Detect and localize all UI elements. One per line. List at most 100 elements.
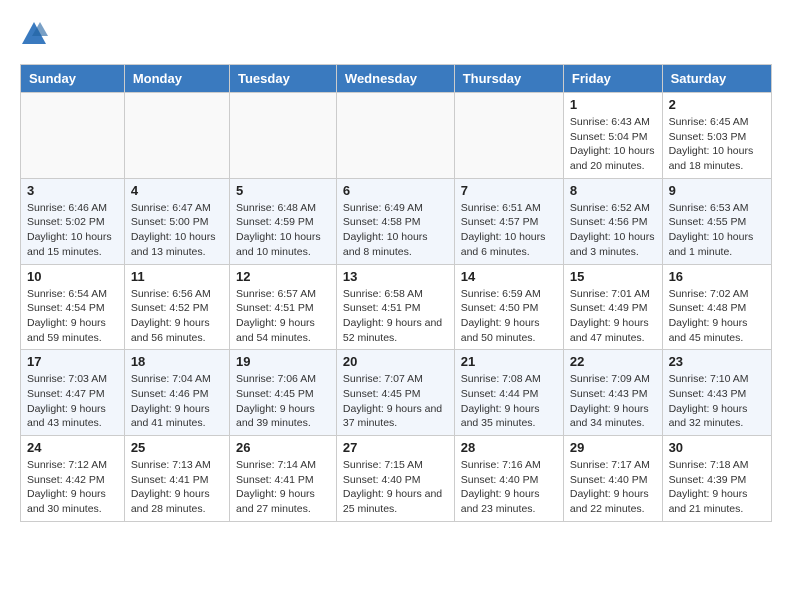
calendar-cell: 21 Sunrise: 7:08 AM Sunset: 4:44 PM Dayli… xyxy=(454,350,563,436)
day-info: Sunrise: 7:01 AM Sunset: 4:49 PM Dayligh… xyxy=(570,287,656,346)
day-info: Sunrise: 7:03 AM Sunset: 4:47 PM Dayligh… xyxy=(27,372,118,431)
day-info: Sunrise: 7:09 AM Sunset: 4:43 PM Dayligh… xyxy=(570,372,656,431)
day-number: 14 xyxy=(461,269,557,284)
calendar-cell: 27 Sunrise: 7:15 AM Sunset: 4:40 PM Dayli… xyxy=(336,436,454,522)
calendar-cell: 19 Sunrise: 7:06 AM Sunset: 4:45 PM Dayli… xyxy=(230,350,337,436)
day-number: 21 xyxy=(461,354,557,369)
day-info: Sunrise: 6:43 AM Sunset: 5:04 PM Dayligh… xyxy=(570,115,656,174)
col-header-tuesday: Tuesday xyxy=(230,65,337,93)
calendar-table: SundayMondayTuesdayWednesdayThursdayFrid… xyxy=(20,64,772,522)
calendar-cell: 29 Sunrise: 7:17 AM Sunset: 4:40 PM Dayli… xyxy=(563,436,662,522)
day-number: 28 xyxy=(461,440,557,455)
day-number: 13 xyxy=(343,269,448,284)
day-info: Sunrise: 7:14 AM Sunset: 4:41 PM Dayligh… xyxy=(236,458,330,517)
day-number: 1 xyxy=(570,97,656,112)
header xyxy=(20,20,772,48)
col-header-sunday: Sunday xyxy=(21,65,125,93)
day-number: 8 xyxy=(570,183,656,198)
day-number: 6 xyxy=(343,183,448,198)
calendar-cell: 13Sunrise: 6:58 AM Sunset: 4:51 PM Dayli… xyxy=(336,264,454,350)
day-number: 19 xyxy=(236,354,330,369)
day-number: 11 xyxy=(131,269,223,284)
calendar-cell: 3 Sunrise: 6:46 AM Sunset: 5:02 PM Daylig… xyxy=(21,178,125,264)
logo xyxy=(20,20,52,48)
day-number: 26 xyxy=(236,440,330,455)
day-number: 23 xyxy=(669,354,765,369)
calendar-cell: 24 Sunrise: 7:12 AM Sunset: 4:42 PM Dayli… xyxy=(21,436,125,522)
day-info: Sunrise: 6:46 AM Sunset: 5:02 PM Dayligh… xyxy=(27,201,118,260)
calendar-cell xyxy=(21,93,125,179)
calendar-week-row: 3 Sunrise: 6:46 AM Sunset: 5:02 PM Daylig… xyxy=(21,178,772,264)
day-info: Sunrise: 6:52 AM Sunset: 4:56 PM Dayligh… xyxy=(570,201,656,260)
day-number: 10 xyxy=(27,269,118,284)
calendar-cell: 28 Sunrise: 7:16 AM Sunset: 4:40 PM Dayli… xyxy=(454,436,563,522)
day-info: Sunrise: 7:12 AM Sunset: 4:42 PM Dayligh… xyxy=(27,458,118,517)
calendar-week-row: 24 Sunrise: 7:12 AM Sunset: 4:42 PM Dayli… xyxy=(21,436,772,522)
calendar-cell xyxy=(230,93,337,179)
calendar-cell: 17Sunrise: 7:03 AM Sunset: 4:47 PM Dayli… xyxy=(21,350,125,436)
calendar-page: SundayMondayTuesdayWednesdayThursdayFrid… xyxy=(0,0,792,542)
day-number: 15 xyxy=(570,269,656,284)
calendar-cell: 10 Sunrise: 6:54 AM Sunset: 4:54 PM Dayli… xyxy=(21,264,125,350)
day-info: Sunrise: 6:57 AM Sunset: 4:51 PM Dayligh… xyxy=(236,287,330,346)
day-number: 29 xyxy=(570,440,656,455)
calendar-cell xyxy=(124,93,229,179)
day-number: 16 xyxy=(669,269,765,284)
day-info: Sunrise: 6:54 AM Sunset: 4:54 PM Dayligh… xyxy=(27,287,118,346)
calendar-cell: 20Sunrise: 7:07 AM Sunset: 4:45 PM Dayli… xyxy=(336,350,454,436)
day-info: Sunrise: 7:18 AM Sunset: 4:39 PM Dayligh… xyxy=(669,458,765,517)
calendar-cell: 11 Sunrise: 6:56 AM Sunset: 4:52 PM Dayli… xyxy=(124,264,229,350)
calendar-cell: 7Sunrise: 6:51 AM Sunset: 4:57 PM Daylig… xyxy=(454,178,563,264)
day-number: 18 xyxy=(131,354,223,369)
day-info: Sunrise: 7:02 AM Sunset: 4:48 PM Dayligh… xyxy=(669,287,765,346)
calendar-cell: 25 Sunrise: 7:13 AM Sunset: 4:41 PM Dayli… xyxy=(124,436,229,522)
calendar-cell: 1 Sunrise: 6:43 AM Sunset: 5:04 PM Daylig… xyxy=(563,93,662,179)
day-number: 25 xyxy=(131,440,223,455)
calendar-cell: 4Sunrise: 6:47 AM Sunset: 5:00 PM Daylig… xyxy=(124,178,229,264)
day-number: 12 xyxy=(236,269,330,284)
day-info: Sunrise: 6:45 AM Sunset: 5:03 PM Dayligh… xyxy=(669,115,765,174)
day-number: 5 xyxy=(236,183,330,198)
calendar-week-row: 10 Sunrise: 6:54 AM Sunset: 4:54 PM Dayli… xyxy=(21,264,772,350)
calendar-cell: 16 Sunrise: 7:02 AM Sunset: 4:48 PM Dayli… xyxy=(662,264,771,350)
day-number: 3 xyxy=(27,183,118,198)
day-info: Sunrise: 7:13 AM Sunset: 4:41 PM Dayligh… xyxy=(131,458,223,517)
calendar-cell: 14 Sunrise: 6:59 AM Sunset: 4:50 PM Dayli… xyxy=(454,264,563,350)
day-info: Sunrise: 6:48 AM Sunset: 4:59 PM Dayligh… xyxy=(236,201,330,260)
day-info: Sunrise: 6:56 AM Sunset: 4:52 PM Dayligh… xyxy=(131,287,223,346)
calendar-week-row: 1 Sunrise: 6:43 AM Sunset: 5:04 PM Daylig… xyxy=(21,93,772,179)
calendar-cell: 12 Sunrise: 6:57 AM Sunset: 4:51 PM Dayli… xyxy=(230,264,337,350)
day-info: Sunrise: 7:04 AM Sunset: 4:46 PM Dayligh… xyxy=(131,372,223,431)
calendar-week-row: 17Sunrise: 7:03 AM Sunset: 4:47 PM Dayli… xyxy=(21,350,772,436)
day-number: 20 xyxy=(343,354,448,369)
day-number: 22 xyxy=(570,354,656,369)
col-header-thursday: Thursday xyxy=(454,65,563,93)
calendar-header-row: SundayMondayTuesdayWednesdayThursdayFrid… xyxy=(21,65,772,93)
day-info: Sunrise: 6:59 AM Sunset: 4:50 PM Dayligh… xyxy=(461,287,557,346)
calendar-cell: 9Sunrise: 6:53 AM Sunset: 4:55 PM Daylig… xyxy=(662,178,771,264)
day-info: Sunrise: 7:17 AM Sunset: 4:40 PM Dayligh… xyxy=(570,458,656,517)
calendar-cell: 30 Sunrise: 7:18 AM Sunset: 4:39 PM Dayli… xyxy=(662,436,771,522)
calendar-cell: 23Sunrise: 7:10 AM Sunset: 4:43 PM Dayli… xyxy=(662,350,771,436)
calendar-cell: 2 Sunrise: 6:45 AM Sunset: 5:03 PM Daylig… xyxy=(662,93,771,179)
day-number: 7 xyxy=(461,183,557,198)
calendar-cell xyxy=(336,93,454,179)
day-number: 30 xyxy=(669,440,765,455)
day-info: Sunrise: 7:06 AM Sunset: 4:45 PM Dayligh… xyxy=(236,372,330,431)
calendar-cell: 6 Sunrise: 6:49 AM Sunset: 4:58 PM Daylig… xyxy=(336,178,454,264)
logo-icon xyxy=(20,20,48,48)
day-number: 27 xyxy=(343,440,448,455)
calendar-cell xyxy=(454,93,563,179)
day-info: Sunrise: 6:49 AM Sunset: 4:58 PM Dayligh… xyxy=(343,201,448,260)
col-header-saturday: Saturday xyxy=(662,65,771,93)
calendar-cell: 22 Sunrise: 7:09 AM Sunset: 4:43 PM Dayli… xyxy=(563,350,662,436)
day-info: Sunrise: 7:15 AM Sunset: 4:40 PM Dayligh… xyxy=(343,458,448,517)
calendar-cell: 18 Sunrise: 7:04 AM Sunset: 4:46 PM Dayli… xyxy=(124,350,229,436)
day-info: Sunrise: 7:08 AM Sunset: 4:44 PM Dayligh… xyxy=(461,372,557,431)
day-number: 24 xyxy=(27,440,118,455)
col-header-wednesday: Wednesday xyxy=(336,65,454,93)
day-number: 9 xyxy=(669,183,765,198)
day-info: Sunrise: 7:16 AM Sunset: 4:40 PM Dayligh… xyxy=(461,458,557,517)
day-number: 2 xyxy=(669,97,765,112)
calendar-cell: 26 Sunrise: 7:14 AM Sunset: 4:41 PM Dayli… xyxy=(230,436,337,522)
